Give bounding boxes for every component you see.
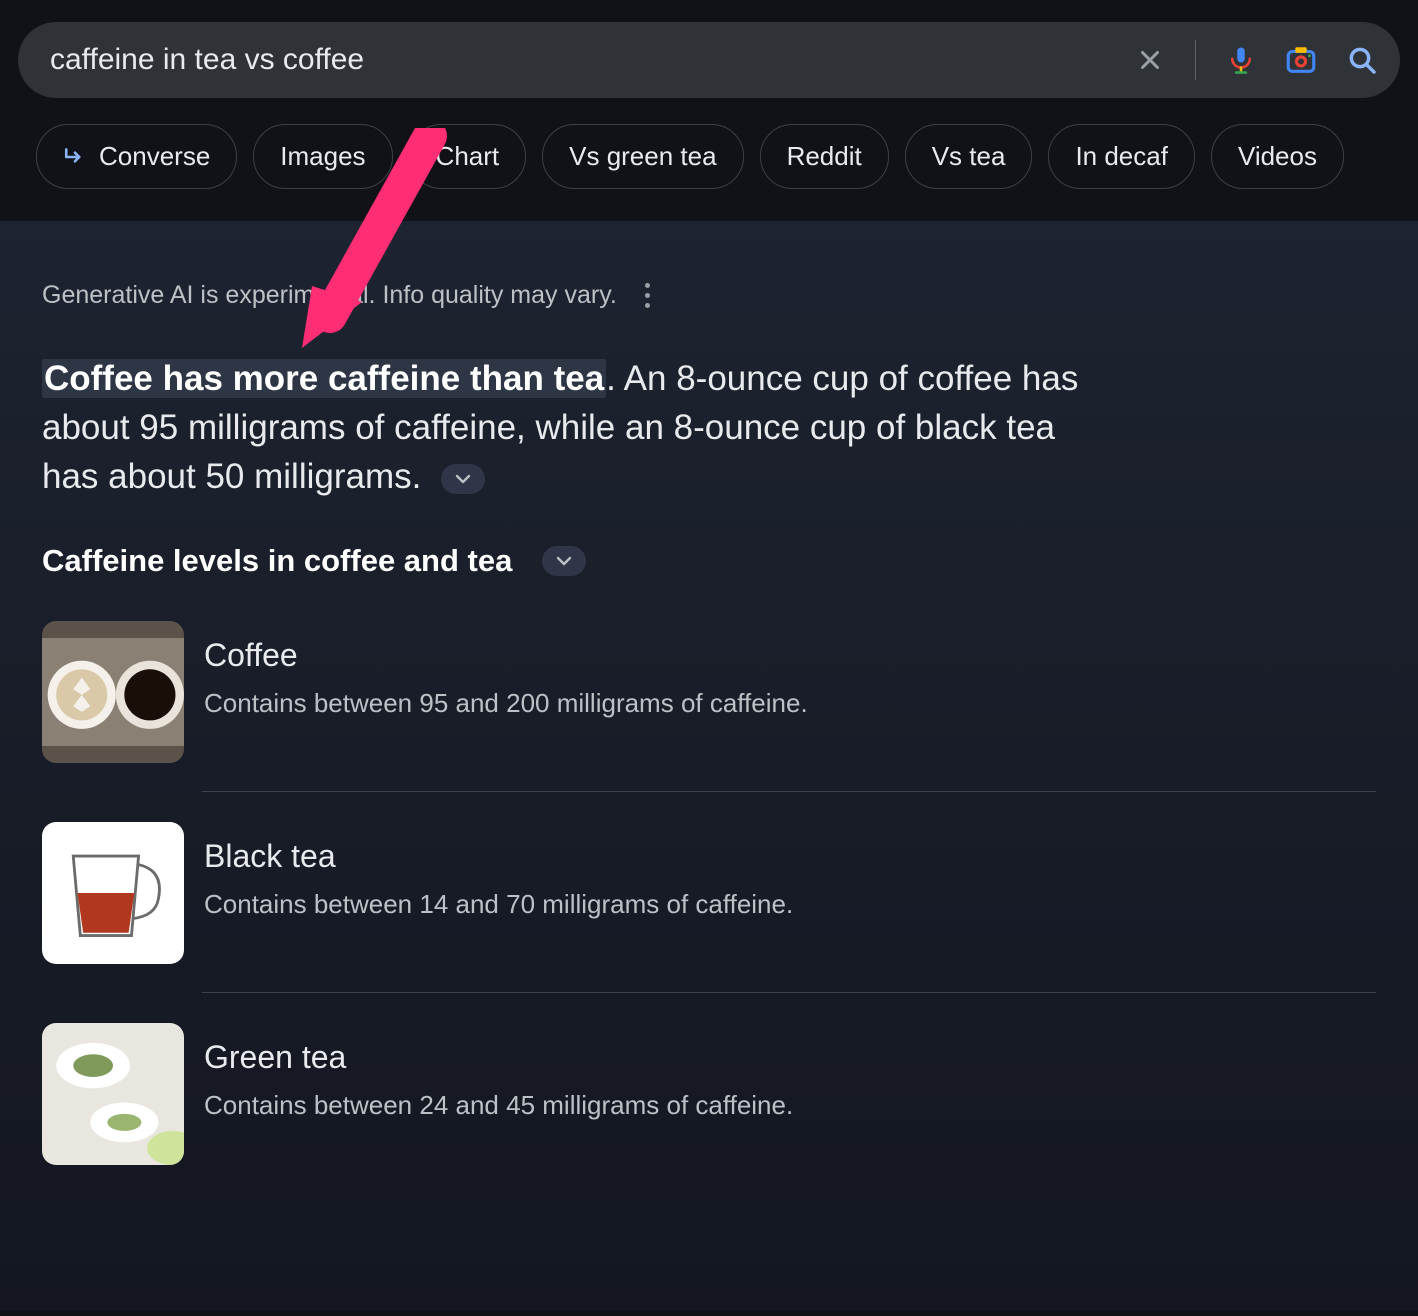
chip-reddit[interactable]: Reddit	[760, 124, 889, 189]
more-options-icon[interactable]	[639, 277, 656, 314]
chip-images[interactable]: Images	[253, 124, 392, 189]
converse-arrow-icon	[63, 146, 89, 168]
chip-label: Vs green tea	[569, 141, 716, 172]
item-title: Green tea	[204, 1039, 793, 1076]
item-title: Black tea	[204, 838, 793, 875]
thumbnail-green-tea	[42, 1023, 184, 1165]
thumbnail-coffee	[42, 621, 184, 763]
ai-disclaimer: Generative AI is experimental. Info qual…	[42, 281, 617, 310]
divider	[202, 992, 1376, 993]
divider	[202, 791, 1376, 792]
list-item: Green tea Contains between 24 and 45 mil…	[42, 1023, 1376, 1193]
item-desc: Contains between 14 and 70 milligrams of…	[204, 889, 793, 920]
clear-icon[interactable]	[1135, 45, 1165, 75]
item-title: Coffee	[204, 637, 808, 674]
chip-label: Videos	[1238, 141, 1317, 172]
chip-label: Images	[280, 141, 365, 172]
divider	[1195, 40, 1196, 80]
ai-summary: Coffee has more caffeine than tea. An 8-…	[42, 354, 1102, 501]
image-search-icon[interactable]	[1284, 43, 1318, 77]
chip-label: Vs tea	[932, 141, 1006, 172]
voice-search-icon[interactable]	[1226, 43, 1256, 77]
list-item: Coffee Contains between 95 and 200 milli…	[42, 621, 1376, 791]
chip-converse[interactable]: Converse	[36, 124, 237, 189]
chip-label: Reddit	[787, 141, 862, 172]
item-desc: Contains between 24 and 45 milligrams of…	[204, 1090, 793, 1121]
expand-summary-icon[interactable]	[441, 464, 485, 494]
chip-vs-green-tea[interactable]: Vs green tea	[542, 124, 743, 189]
search-icon[interactable]	[1346, 44, 1378, 76]
list-item: Black tea Contains between 14 and 70 mil…	[42, 822, 1376, 992]
search-bar[interactable]	[18, 22, 1400, 98]
ai-subheading: Caffeine levels in coffee and tea	[42, 543, 512, 579]
ai-overview-panel: Generative AI is experimental. Info qual…	[0, 221, 1418, 1311]
search-input[interactable]	[50, 43, 1135, 77]
thumbnail-black-tea	[42, 822, 184, 964]
chip-in-decaf[interactable]: In decaf	[1048, 124, 1195, 189]
item-desc: Contains between 95 and 200 milligrams o…	[204, 688, 808, 719]
expand-subheading-icon[interactable]	[542, 546, 586, 576]
chip-label: Converse	[99, 141, 210, 172]
chip-vs-tea[interactable]: Vs tea	[905, 124, 1033, 189]
suggestion-chips: Converse Images Chart Vs green tea Reddi…	[18, 98, 1400, 221]
chip-label: In decaf	[1075, 141, 1168, 172]
ai-summary-highlight: Coffee has more caffeine than tea	[42, 359, 606, 398]
chip-chart[interactable]: Chart	[409, 124, 527, 189]
chip-label: Chart	[436, 141, 500, 172]
chip-videos[interactable]: Videos	[1211, 124, 1344, 189]
